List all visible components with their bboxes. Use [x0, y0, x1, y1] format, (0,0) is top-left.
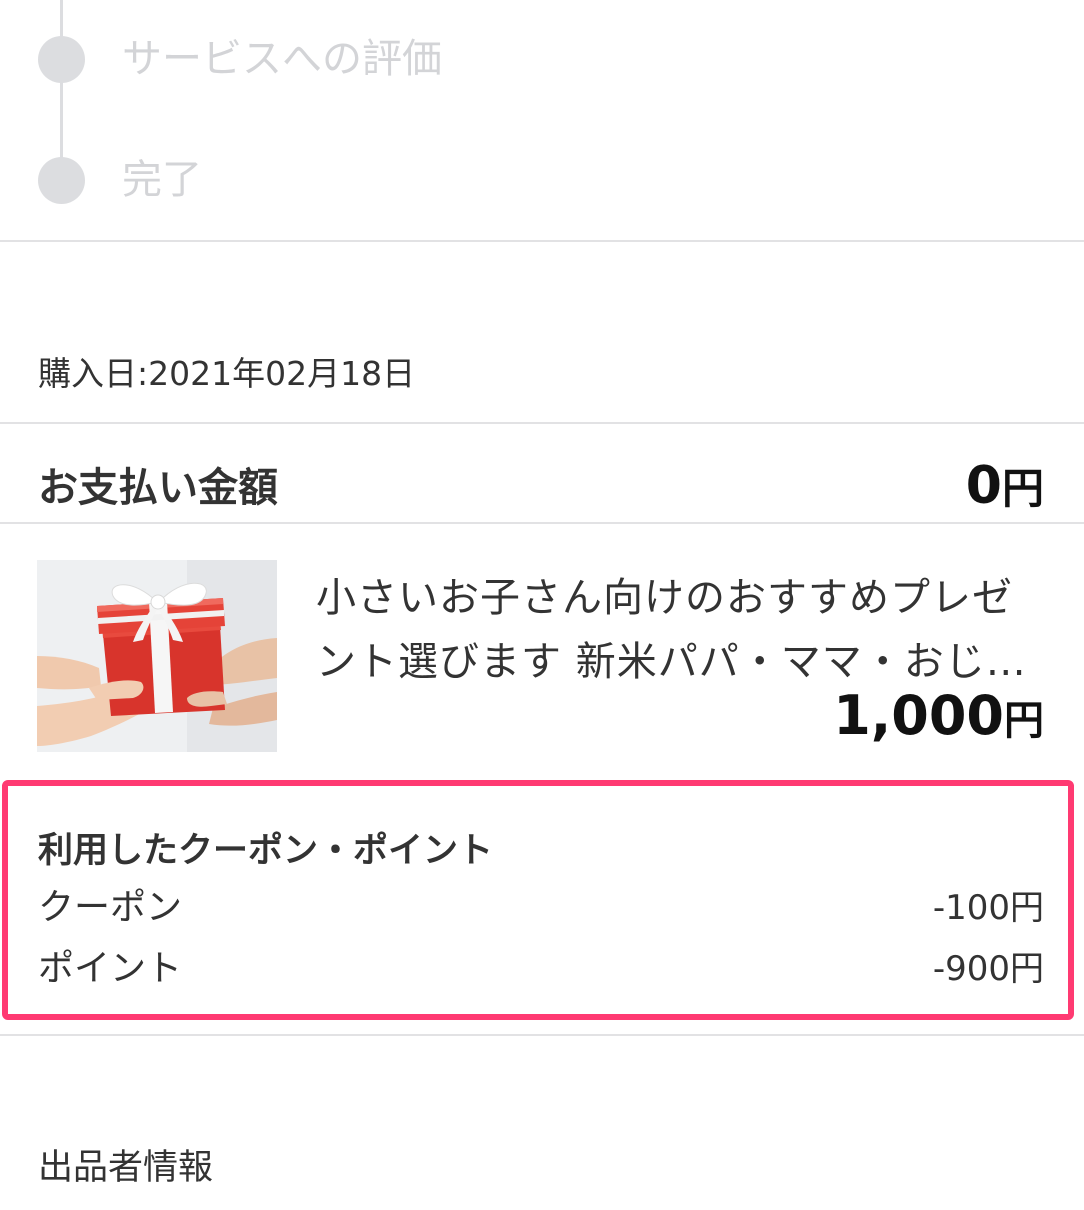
- divider: [0, 240, 1084, 242]
- coupon-label: クーポン: [38, 887, 183, 928]
- step-dot-icon: [38, 157, 85, 204]
- payment-amount-value: 0: [965, 456, 1002, 516]
- product-price-value: 1,000: [833, 684, 1004, 747]
- purchase-date: 購入日:2021年02月18日: [38, 354, 416, 393]
- product-price-currency: 円: [1004, 698, 1044, 744]
- progress-timeline: サービスへの評価 完了: [0, 0, 1084, 242]
- step-dot-icon: [38, 36, 85, 83]
- points-label: ポイント: [38, 948, 183, 989]
- coupon-row: クーポン -100円: [38, 886, 1044, 930]
- payment-currency: 円: [1001, 464, 1044, 513]
- product-price: 1,000円: [833, 684, 1044, 753]
- coupon-points-title: 利用したクーポン・ポイント: [38, 831, 494, 871]
- timeline-step-service-review: サービスへの評価: [0, 29, 1084, 89]
- product-title[interactable]: 小さいお子さん向けのおすすめプレゼ ント選びます 新米パパ・ママ・おじ…: [316, 566, 1046, 694]
- gift-box-photo: [37, 560, 277, 752]
- payment-amount-label: お支払い金額: [38, 465, 278, 511]
- divider: [0, 1034, 1084, 1036]
- points-value: -900円: [932, 949, 1044, 989]
- payment-amount: 0円: [966, 456, 1044, 519]
- divider: [0, 422, 1084, 424]
- product-title-line: 小さいお子さん向けのおすすめプレゼ: [316, 575, 1013, 621]
- product-thumbnail[interactable]: [37, 560, 277, 752]
- divider: [0, 522, 1084, 524]
- step-label: 完了: [122, 157, 202, 203]
- points-row: ポイント -900円: [38, 947, 1044, 991]
- step-label: サービスへの評価: [122, 36, 442, 82]
- seller-info-heading: 出品者情報: [38, 1148, 214, 1188]
- timeline-step-complete: 完了: [0, 150, 1084, 210]
- coupon-value: -100円: [932, 888, 1044, 928]
